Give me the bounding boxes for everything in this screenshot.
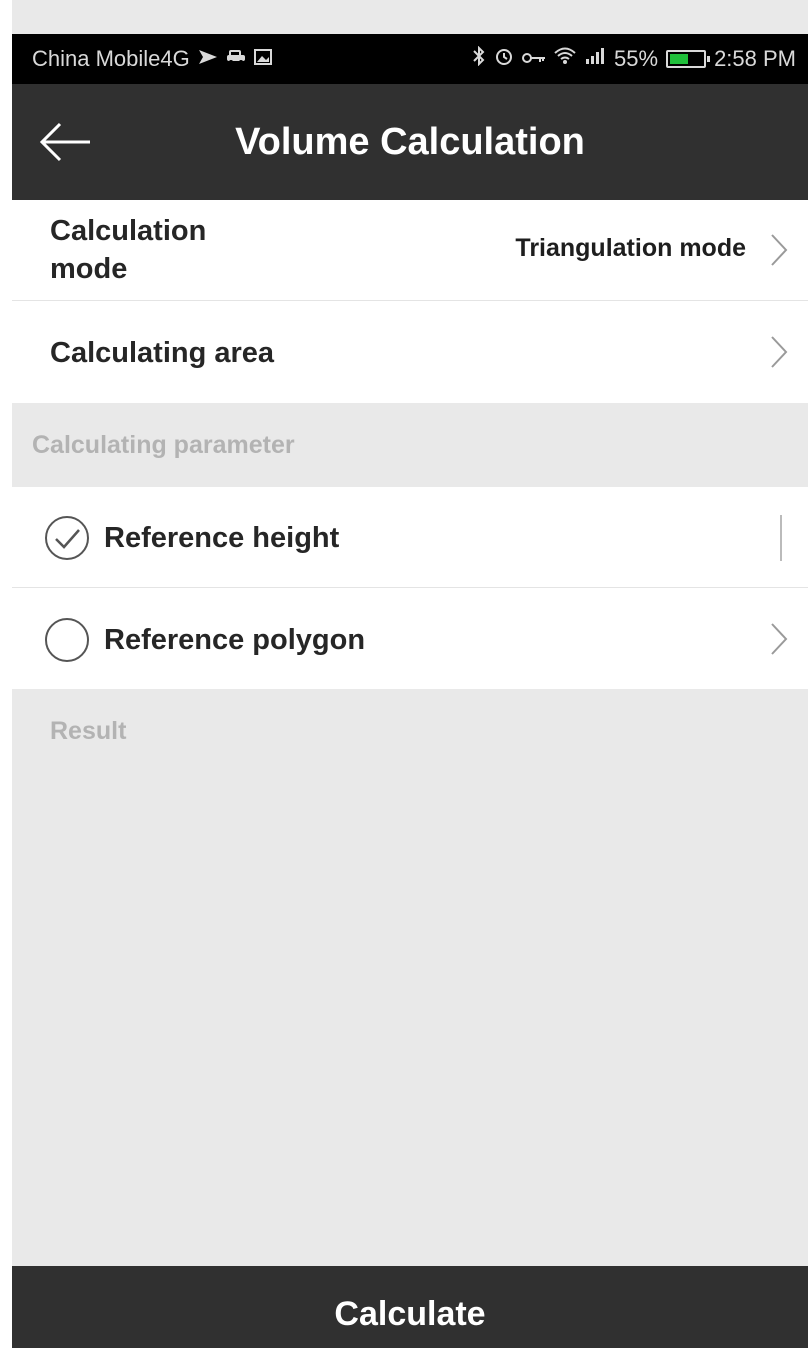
page-title: Volume Calculation [235,121,585,163]
image-icon [253,48,272,71]
calculation-mode-value: Triangulation mode [515,234,746,262]
chevron-right-icon [771,234,788,266]
battery-percent: 55% [614,46,659,71]
calculating-area-label: Calculating area [50,337,275,369]
reference-polygon-label: Reference polygon [104,624,366,656]
chevron-right-icon [771,623,788,655]
calculating-area-row[interactable]: Calculating area [12,301,808,403]
calculate-button[interactable]: Calculate [12,1266,808,1348]
bluetooth-icon [472,45,486,72]
back-button[interactable] [38,118,94,166]
parameter-header-label: Calculating parameter [32,431,295,459]
reference-height-label: Reference height [104,522,340,554]
clock: 2:58 PM [714,46,796,71]
carrier-label: China Mobile4G [32,46,190,71]
option-reference-height[interactable]: Reference height [12,487,808,588]
check-circle-icon[interactable] [42,513,92,563]
key-icon [522,48,546,71]
signal-icon [584,47,606,71]
section-header-parameter: Calculating parameter [12,403,808,487]
calculation-mode-row[interactable]: Calculation mode Triangulation mode [12,200,808,301]
arrow-left-icon [39,122,90,162]
car-icon [226,48,246,71]
battery-icon [666,50,711,68]
radio-circle-icon[interactable] [42,615,92,665]
wifi-icon [554,47,576,71]
send-icon [198,48,218,71]
alarm-icon [494,46,514,72]
calculation-mode-label: Calculation mode [50,215,207,285]
result-header: Result [50,717,127,745]
app-bar: Volume Calculation [12,84,808,200]
battery-fill [670,54,688,64]
chevron-right-icon [771,336,788,368]
option-reference-polygon[interactable]: Reference polygon [12,588,808,689]
status-bar: China Mobile4G 55% 2:58 PM [12,34,808,84]
result-panel: Result [12,689,808,1265]
text-cursor [780,515,782,561]
